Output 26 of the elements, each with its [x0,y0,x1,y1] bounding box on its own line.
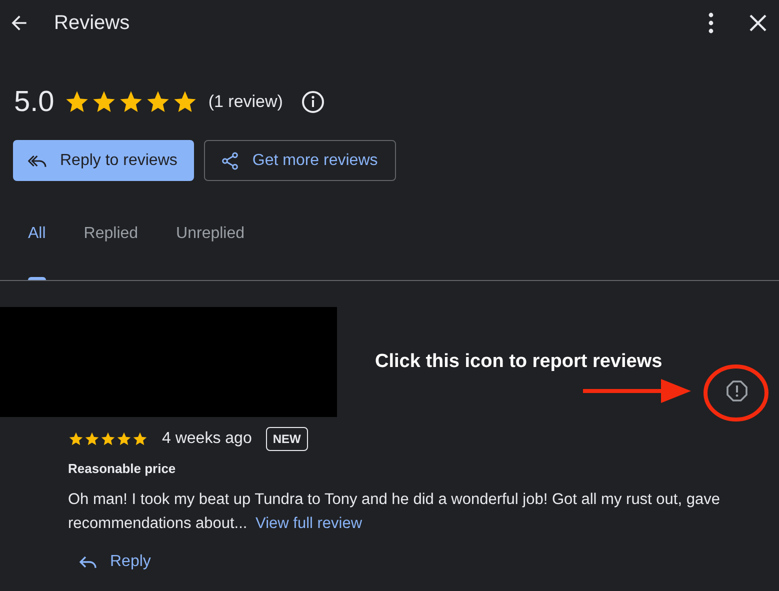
annotation-text: Click this icon to report reviews [375,351,662,373]
star-icon [132,431,148,447]
reply-button[interactable]: Reply [68,552,151,572]
review-text: Oh man! I took my beat up Tundra to Tony and he did a wonderful job! Got all my rust out, gave recommendations about... View full review [68,490,721,534]
review-time: 4 weeks ago [162,430,252,448]
filter-tab[interactable]: All [14,207,60,280]
view-full-review-link[interactable]: View full review [256,515,362,532]
filter-tab[interactable]: Replied [70,207,152,280]
get-more-reviews-button[interactable]: Get more reviews [204,140,396,181]
annotation-circle [703,364,769,422]
info-icon[interactable] [300,90,325,114]
star-icon [100,431,116,447]
page-title: Reviews [54,12,130,34]
report-icon[interactable] [725,379,749,403]
rating-value: 5.0 [14,86,54,118]
more-options-icon[interactable] [708,12,714,34]
star-icon [68,431,84,447]
new-badge: NEW [266,427,308,451]
filter-tab[interactable]: Unreplied [162,207,259,280]
reply-to-reviews-button[interactable]: Reply to reviews [13,140,194,181]
close-icon[interactable] [748,13,768,33]
star-icon [84,431,100,447]
review-count: (1 review) [208,92,283,112]
share-icon [220,150,240,170]
review-title: Reasonable price [68,461,177,476]
star-icon [116,431,132,447]
